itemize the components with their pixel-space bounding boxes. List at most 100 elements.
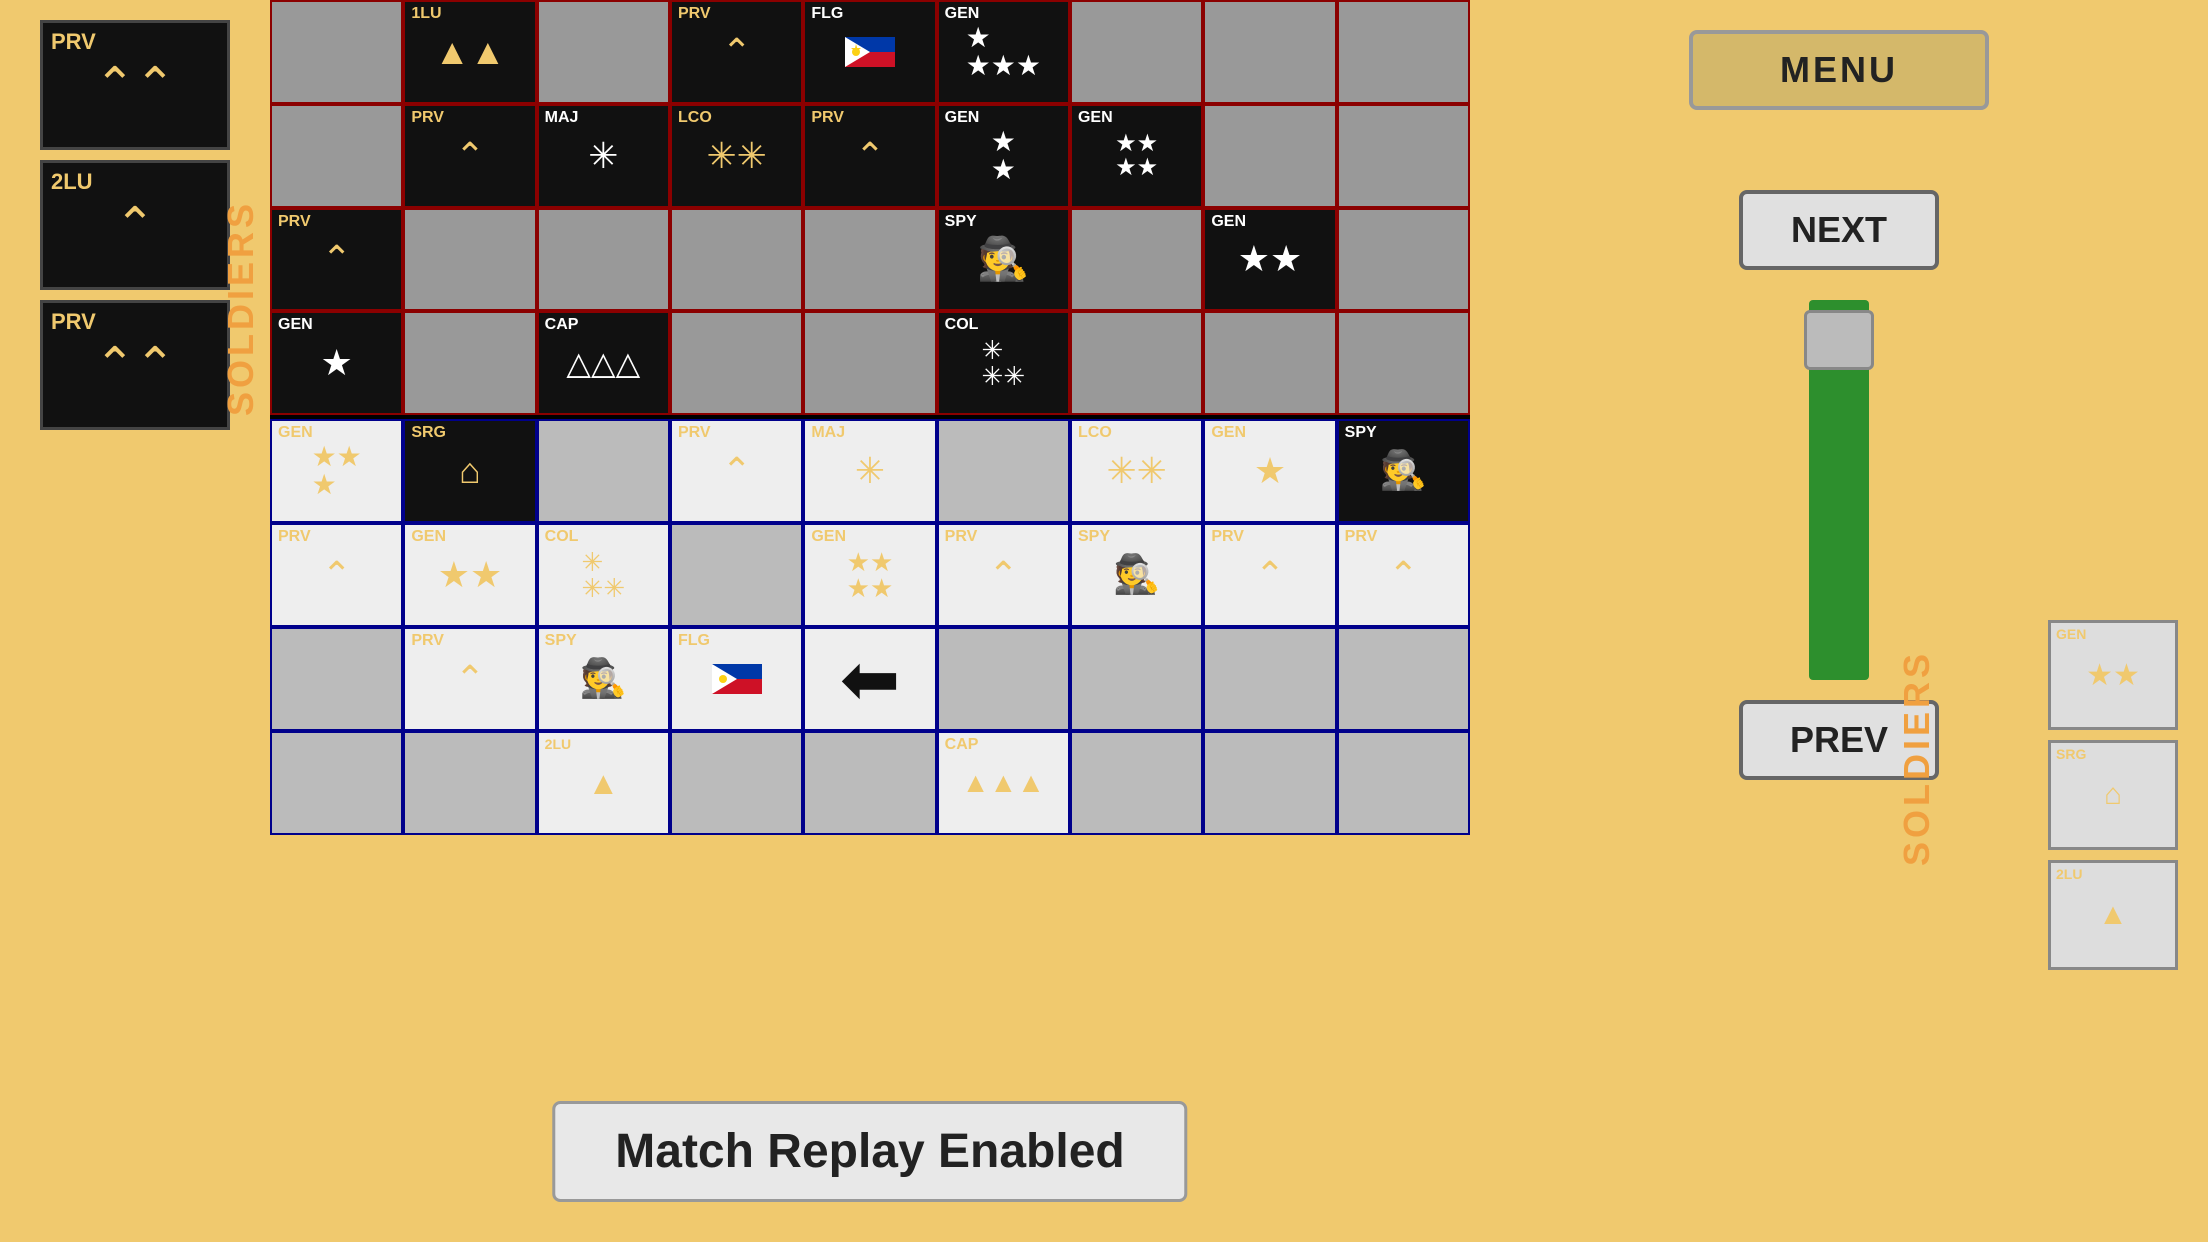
cell-p0[interactable]: GEN ★★★ <box>270 419 403 523</box>
slider-container[interactable] <box>1799 300 1879 680</box>
left-sidebar: PRV ⌃⌃ 2LU ⌃ PRV ⌃⌃ <box>0 0 270 1242</box>
cell-e15[interactable]: GEN ★★★★ <box>1070 104 1203 208</box>
rank-e27: GEN <box>278 317 313 333</box>
cell-e5[interactable]: GEN ★★★★ <box>937 0 1070 104</box>
sym-p11: ✳✳✳ <box>582 549 626 601</box>
cell-p6[interactable]: LCO ✳✳ <box>1070 419 1203 523</box>
cell-p28 <box>403 731 536 835</box>
cell-e32[interactable]: COL ✳✳✳ <box>937 311 1070 415</box>
rank-p8: SPY <box>1345 425 1377 441</box>
cell-e3[interactable]: PRV ⌃ <box>670 0 803 104</box>
sym-p14: ⌃ <box>988 557 1018 593</box>
rank-p13: GEN <box>811 529 846 545</box>
cell-p13[interactable]: GEN ★★★★ <box>803 523 936 627</box>
cell-e12[interactable]: LCO ✳✳ <box>670 104 803 208</box>
cell-p4[interactable]: MAJ ✳ <box>803 419 936 523</box>
cell-p21[interactable]: FLG <box>670 627 803 731</box>
cell-e19 <box>403 208 536 312</box>
mini-card-gen: GEN ★★ <box>2048 620 2178 730</box>
cell-p14[interactable]: PRV ⌃ <box>937 523 1070 627</box>
cell-p30 <box>670 731 803 835</box>
main-board: 1LU ▲▲ PRV ⌃ FLG GEN ★★★★ <box>270 0 1470 1242</box>
cell-p8[interactable]: SPY 🕵 <box>1337 419 1470 523</box>
menu-button[interactable]: MENU <box>1689 30 1989 110</box>
sym-p13: ★★★★ <box>847 549 894 601</box>
cell-e27[interactable]: GEN ★ <box>270 311 403 415</box>
rank-p15: SPY <box>1078 529 1110 545</box>
sym-p20: 🕵 <box>580 660 627 698</box>
sym-p0: ★★★ <box>312 443 362 499</box>
cell-e24 <box>1070 208 1203 312</box>
soldiers-label-right: SOLDIERS <box>1896 650 1938 866</box>
cell-e30 <box>670 311 803 415</box>
cell-e16 <box>1203 104 1336 208</box>
sym-p17: ⌃ <box>1388 557 1418 593</box>
cell-p15[interactable]: SPY 🕵 <box>1070 523 1203 627</box>
cell-e25[interactable]: GEN ★★ <box>1203 208 1336 312</box>
cell-p35 <box>1337 731 1470 835</box>
rank-e1: 1LU <box>411 6 441 22</box>
cell-e23[interactable]: SPY 🕵 <box>937 208 1070 312</box>
cell-p16[interactable]: PRV ⌃ <box>1203 523 1336 627</box>
sym-p7: ★ <box>1254 453 1286 489</box>
rank-label-prv1: PRV <box>51 29 96 55</box>
cell-e29[interactable]: CAP △△△ <box>537 311 670 415</box>
cell-p9[interactable]: PRV ⌃ <box>270 523 403 627</box>
sym-p16: ⌃ <box>1255 557 1285 593</box>
mini-sym-srg: ⌂ <box>2104 778 2122 812</box>
cell-e13[interactable]: PRV ⌃ <box>803 104 936 208</box>
cell-p29[interactable]: 2LU ▲ <box>537 731 670 835</box>
player-grid: GEN ★★★ SRG ⌂ PRV ⌃ MAJ ✳ LCO ✳✳ GEN <box>270 415 1470 835</box>
cell-p24 <box>1070 627 1203 731</box>
rank-p17: PRV <box>1345 529 1378 545</box>
mini-sym-gen: ★★ <box>2086 658 2140 693</box>
notification-banner: Match Replay Enabled <box>552 1101 1187 1202</box>
cell-e2 <box>537 0 670 104</box>
cell-p20[interactable]: SPY 🕵 <box>537 627 670 731</box>
cell-p1[interactable]: SRG ⌂ <box>403 419 536 523</box>
sym-e3: ⌃ <box>722 34 752 70</box>
enemy-board: 1LU ▲▲ PRV ⌃ FLG GEN ★★★★ <box>270 0 1470 415</box>
sym-e5: ★★★★ <box>966 24 1041 80</box>
rank-p9: PRV <box>278 529 311 545</box>
cell-e14[interactable]: GEN ★★ <box>937 104 1070 208</box>
cell-p3[interactable]: PRV ⌃ <box>670 419 803 523</box>
slider-thumb[interactable] <box>1804 310 1874 370</box>
cell-e28 <box>403 311 536 415</box>
cell-p7[interactable]: GEN ★ <box>1203 419 1336 523</box>
sym-p8: 🕵 <box>1380 452 1427 490</box>
ph-flag-icon <box>845 35 895 69</box>
rank-p11: COL <box>545 529 579 545</box>
rank-e14: GEN <box>945 110 980 126</box>
cell-e1[interactable]: 1LU ▲▲ <box>403 0 536 104</box>
sym-e29: △△△ <box>566 347 640 379</box>
cell-p32[interactable]: CAP ▲▲▲ <box>937 731 1070 835</box>
rank-e15: GEN <box>1078 110 1113 126</box>
cell-e18[interactable]: PRV ⌃ <box>270 208 403 312</box>
rank-p21: FLG <box>678 633 710 649</box>
next-button[interactable]: NEXT <box>1739 190 1939 270</box>
mini-sym-2lu: ▲ <box>2098 898 2128 932</box>
cell-p10[interactable]: GEN ★★ <box>403 523 536 627</box>
rank-p3: PRV <box>678 425 711 441</box>
cell-p23 <box>937 627 1070 731</box>
rank-e32: COL <box>945 317 979 333</box>
sym-e25: ★★ <box>1238 241 1303 277</box>
sym-p3: ⌃ <box>722 453 752 489</box>
cell-p22-arrow[interactable]: ⬅ <box>803 627 936 731</box>
sym-e32: ✳✳✳ <box>982 337 1026 389</box>
cell-e4[interactable]: FLG <box>803 0 936 104</box>
sym-e27: ★ <box>321 345 353 381</box>
cell-p11[interactable]: COL ✳✳✳ <box>537 523 670 627</box>
cell-e21 <box>670 208 803 312</box>
cell-e11[interactable]: MAJ ✳ <box>537 104 670 208</box>
cell-p19[interactable]: PRV ⌃ <box>403 627 536 731</box>
cell-p17[interactable]: PRV ⌃ <box>1337 523 1470 627</box>
rank-p14: PRV <box>945 529 978 545</box>
rank-e13: PRV <box>811 110 844 126</box>
sym-p9: ⌃ <box>322 557 352 593</box>
rank-e10: PRV <box>411 110 444 126</box>
cell-e10[interactable]: PRV ⌃ <box>403 104 536 208</box>
rank-p29: 2LU <box>545 737 571 751</box>
rank-e5: GEN <box>945 6 980 22</box>
